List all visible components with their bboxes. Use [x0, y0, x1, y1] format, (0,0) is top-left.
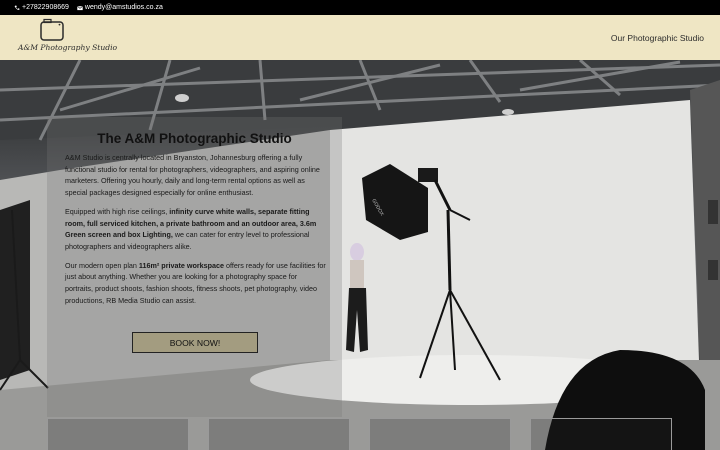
phone-number: +27822908669	[22, 4, 69, 11]
site-logo[interactable]: A&M Photography Studio	[18, 16, 118, 60]
phone-contact[interactable]: +27822908669	[14, 4, 69, 11]
phone-icon	[14, 5, 20, 10]
site-header: A&M Photography Studio Our Photographic …	[0, 15, 720, 60]
camera-outline-icon	[40, 18, 64, 41]
email-address: wendy@amstudios.co.za	[84, 4, 163, 11]
logo-text: A&M Photography Studio	[18, 42, 118, 52]
gallery-card-1[interactable]	[47, 418, 189, 450]
workspace-highlight: 116m² private workspace	[138, 260, 225, 270]
intro-panel: The A&M Photographic Studio A&M Studio i…	[47, 117, 342, 417]
intro-paragraph-2: Equipped with high rise ceilings, infini…	[65, 206, 317, 251]
gallery-card-4[interactable]	[530, 418, 672, 450]
intro-paragraph-1: A&M Studio is centrally located in Bryan…	[65, 153, 320, 198]
gallery-card-3[interactable]	[369, 418, 511, 450]
contact-bar: +27822908669 wendy@amstudios.co.za	[0, 0, 720, 15]
book-now-button[interactable]: BOOK NOW!	[132, 332, 258, 353]
nav-our-photographic-studio[interactable]: Our Photographic Studio	[611, 33, 704, 43]
gallery-card-2[interactable]	[208, 418, 350, 450]
intro-text: A&M Studio is centrally located in Bryan…	[65, 152, 327, 313]
envelope-icon	[77, 5, 83, 10]
intro-paragraph-3: Our modern open plan 116m² private works…	[65, 260, 326, 305]
hero-title: The A&M Photographic Studio	[97, 131, 292, 146]
email-contact[interactable]: wendy@amstudios.co.za	[77, 4, 163, 11]
hero-section: GODOX The A&M Photographic Studio A&M St…	[0, 60, 720, 450]
